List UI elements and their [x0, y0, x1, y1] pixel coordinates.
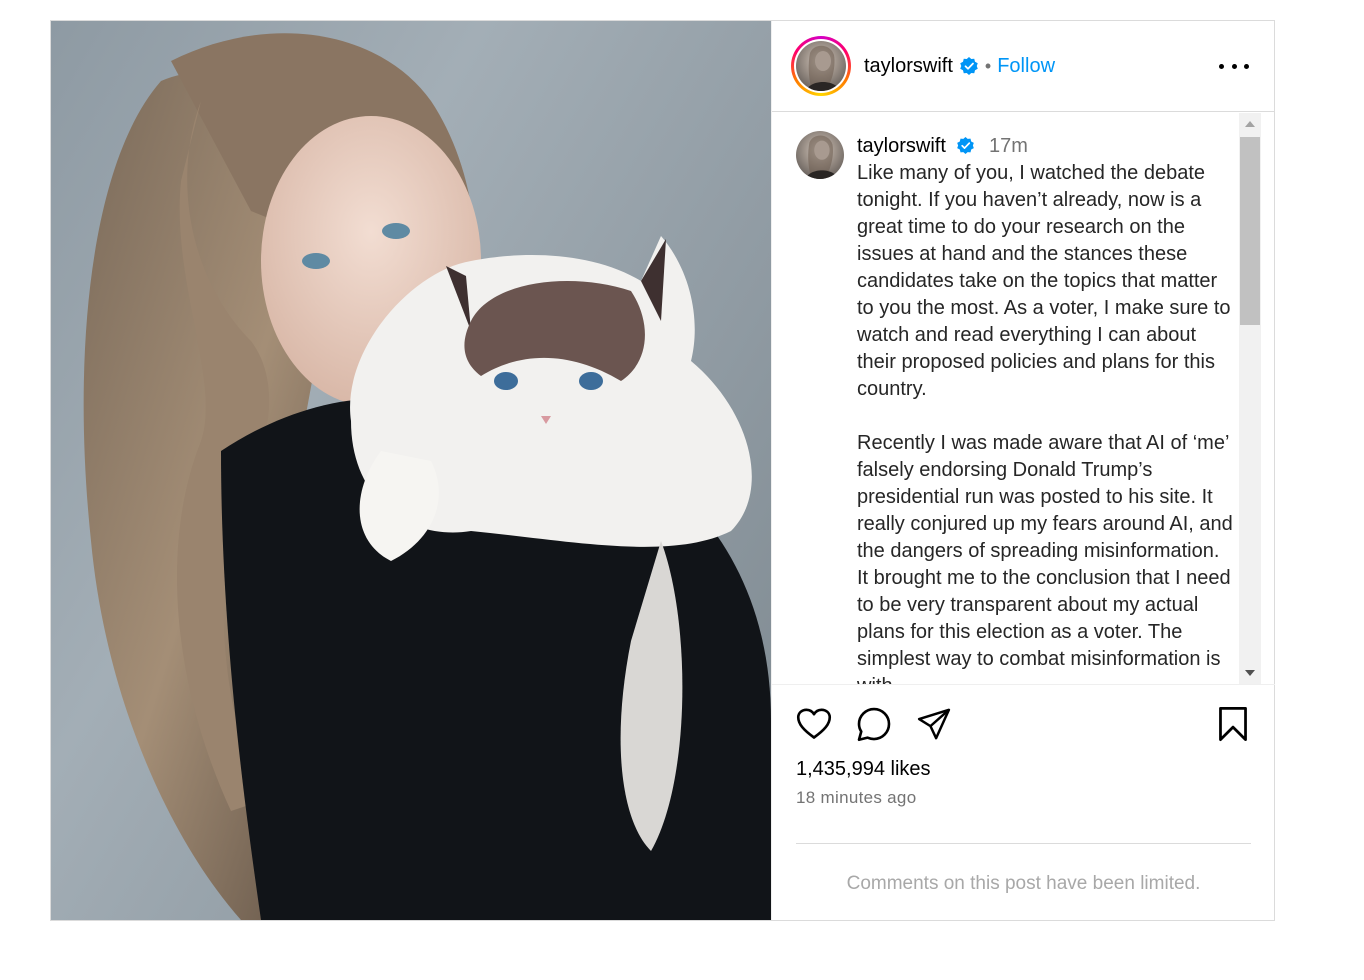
- caption: taylorswift 17m Like many of you, I watc…: [857, 133, 1235, 684]
- scroll-up-arrow-icon[interactable]: [1245, 121, 1255, 127]
- post-time-ago[interactable]: 18 minutes ago: [796, 788, 916, 808]
- comment-icon[interactable]: [856, 706, 892, 742]
- caption-timestamp[interactable]: 17m: [989, 135, 1028, 157]
- send-icon[interactable]: [917, 707, 951, 741]
- heart-icon[interactable]: [796, 707, 832, 741]
- post-photo[interactable]: [51, 21, 771, 920]
- scrollbar[interactable]: [1239, 113, 1261, 684]
- verified-badge-icon: [957, 136, 975, 155]
- verified-badge-icon: [960, 57, 978, 75]
- caption-scroll-area[interactable]: taylorswift 17m Like many of you, I watc…: [772, 113, 1275, 684]
- post-header: taylorswift • Follow: [772, 21, 1275, 112]
- scroll-down-arrow-icon[interactable]: [1245, 670, 1255, 676]
- bookmark-icon[interactable]: [1217, 706, 1249, 742]
- avatar[interactable]: [796, 41, 846, 91]
- photo-illustration: [83, 33, 771, 920]
- scrollbar-thumb[interactable]: [1240, 137, 1260, 325]
- story-ring[interactable]: [791, 36, 851, 96]
- separator-dot: •: [984, 55, 992, 76]
- caption-text: Like many of you, I watched the debate t…: [857, 160, 1235, 684]
- post-side-panel: taylorswift • Follow taylorswift 17m Lik…: [771, 21, 1275, 920]
- post-actions: 1,435,994 likes 18 minutes ago Comments …: [772, 684, 1275, 920]
- instagram-post: taylorswift • Follow taylorswift 17m Lik…: [50, 20, 1275, 921]
- caption-avatar[interactable]: [796, 131, 844, 179]
- likes-count[interactable]: 1,435,994 likes: [796, 758, 931, 781]
- more-options-icon[interactable]: [1219, 54, 1249, 78]
- header-username[interactable]: taylorswift: [864, 55, 953, 78]
- caption-username[interactable]: taylorswift: [857, 135, 946, 157]
- divider: [796, 843, 1251, 844]
- caption-paragraph: Like many of you, I watched the debate t…: [857, 162, 1231, 400]
- follow-button[interactable]: Follow: [997, 55, 1055, 78]
- caption-paragraph: Recently I was made aware that AI of ‘me…: [857, 432, 1233, 684]
- comments-limited-notice: Comments on this post have been limited.: [846, 873, 1201, 894]
